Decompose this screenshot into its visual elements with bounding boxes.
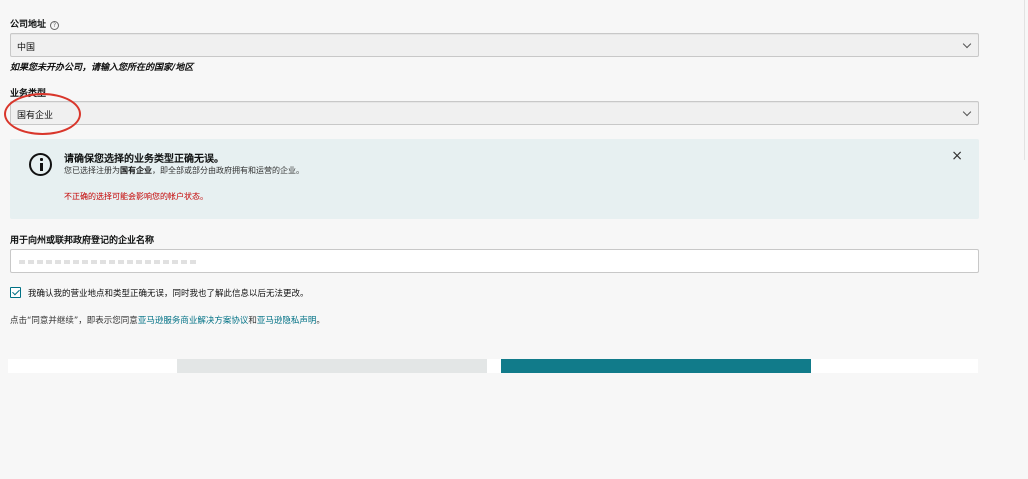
alert-warning: 不正确的选择可能会影响您的帐户状态。	[64, 192, 208, 201]
confirm-checkbox-label: 我确认我的营业地点和类型正确无误，同时我也了解此信息以后无法更改。	[28, 289, 309, 299]
company-address-hint: 如果您未开办公司，请输入您所在的国家/地区	[10, 63, 194, 73]
redacted-text	[19, 260, 199, 264]
company-address-label: 公司地址?	[10, 17, 60, 30]
help-icon[interactable]: ?	[50, 21, 60, 30]
business-type-label: 业务类型	[10, 89, 47, 99]
chevron-down-icon	[962, 107, 972, 117]
alert-title: 请确保您选择的业务类型正确无误。	[64, 154, 224, 165]
alert-description: 您已选择注册为国有企业，即全部或部分由政府拥有和运营的企业。	[64, 166, 304, 175]
business-type-select[interactable]: 国有企业	[10, 101, 979, 125]
service-agreement-link[interactable]: 亚马逊服务商业解决方案协议	[138, 316, 249, 326]
confirm-checkbox[interactable]	[10, 287, 21, 298]
business-type-value: 国有企业	[17, 111, 54, 121]
privacy-notice-link[interactable]: 亚马逊隐私声明	[257, 316, 317, 326]
info-icon	[29, 153, 52, 176]
chevron-down-icon	[962, 39, 972, 49]
back-button[interactable]	[177, 359, 487, 373]
checkmark-icon	[12, 287, 20, 296]
company-address-value: 中国	[17, 43, 36, 53]
registered-name-input[interactable]	[10, 249, 979, 273]
info-alert: 请确保您选择的业务类型正确无误。 您已选择注册为国有企业，即全部或部分由政府拥有…	[10, 139, 979, 219]
close-icon[interactable]: ×	[951, 149, 963, 163]
footer-bar	[8, 359, 978, 373]
agree-continue-button[interactable]	[501, 359, 811, 373]
consent-text: 点击“同意并继续”，即表示您同意亚马逊服务商业解决方案协议和亚马逊隐私声明。	[10, 316, 325, 326]
registered-name-label: 用于向州或联邦政府登记的企业名称	[10, 236, 155, 246]
scrollbar-track	[1024, 0, 1025, 160]
company-address-select[interactable]: 中国	[10, 33, 979, 57]
